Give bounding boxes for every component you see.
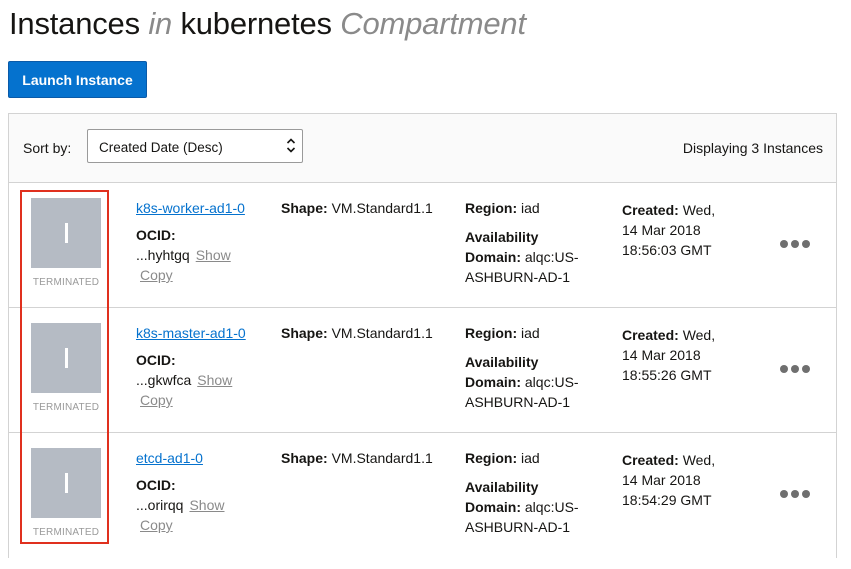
- compartment-name: kubernetes: [180, 6, 332, 41]
- copy-ocid-link[interactable]: Copy: [140, 267, 173, 283]
- copy-ocid-link[interactable]: Copy: [140, 517, 173, 533]
- state-glyph: [65, 223, 68, 243]
- page-title: Instances in kubernetes Compartment: [9, 4, 526, 44]
- created-time: 18:56:03 GMT: [622, 242, 712, 258]
- instance-row: TERMINATED k8s-worker-ad1-0 OCID: ...hyh…: [9, 183, 836, 308]
- availability-domain-field: Availability Domain: alqc:US-ASHBURN-AD-1: [465, 477, 615, 537]
- region-value: iad: [521, 200, 540, 216]
- created-field: Created: Wed, 14 Mar 2018 18:55:26 GMT: [622, 325, 752, 385]
- region-value: iad: [521, 450, 540, 466]
- created-day: Wed,: [682, 202, 716, 218]
- chevron-up-down-icon: [286, 138, 296, 153]
- region-label: Region:: [465, 200, 518, 216]
- created-date: 14 Mar 2018: [622, 222, 701, 238]
- availability-label: Availability: [465, 479, 539, 495]
- created-label: Created:: [622, 452, 679, 468]
- availability-label: Availability: [465, 229, 539, 245]
- sort-label: Sort by:: [23, 140, 72, 156]
- domain-label: Domain:: [465, 374, 521, 390]
- ocid-value: ...hyhtgq: [136, 247, 190, 263]
- domain-label: Domain:: [465, 499, 521, 515]
- region-label: Region:: [465, 450, 518, 466]
- shape-field: Shape: VM.Standard1.1: [281, 450, 433, 466]
- more-actions-icon[interactable]: [779, 487, 811, 501]
- ocid-value: ...gkwfca: [136, 372, 192, 388]
- created-label: Created:: [622, 327, 679, 343]
- shape-label: Shape:: [281, 200, 328, 216]
- more-actions-icon[interactable]: [779, 362, 811, 376]
- created-date: 14 Mar 2018: [622, 347, 701, 363]
- state-icon: [31, 323, 101, 393]
- shape-field: Shape: VM.Standard1.1: [281, 325, 433, 341]
- created-day: Wed,: [682, 452, 716, 468]
- shape-value: VM.Standard1.1: [331, 200, 433, 216]
- sort-select[interactable]: Created Date (Desc): [87, 129, 303, 163]
- shape-value: VM.Standard1.1: [331, 450, 433, 466]
- region-field: Region: iad: [465, 200, 540, 216]
- ocid-value-line: ...hyhtgq Show: [136, 247, 231, 263]
- state-icon: [31, 198, 101, 268]
- shape-label: Shape:: [281, 450, 328, 466]
- instance-row: TERMINATED k8s-master-ad1-0 OCID: ...gkw…: [9, 308, 836, 433]
- shape-value: VM.Standard1.1: [331, 325, 433, 341]
- domain-label: Domain:: [465, 249, 521, 265]
- ocid-value-line: ...gkwfca Show: [136, 372, 232, 388]
- launch-instance-button[interactable]: Launch Instance: [8, 61, 147, 98]
- instance-name-link[interactable]: etcd-ad1-0: [136, 450, 203, 466]
- created-field: Created: Wed, 14 Mar 2018 18:56:03 GMT: [622, 200, 752, 260]
- availability-domain-field: Availability Domain: alqc:US-ASHBURN-AD-1: [465, 227, 615, 287]
- availability-label: Availability: [465, 354, 539, 370]
- state-glyph: [65, 348, 68, 368]
- region-value: iad: [521, 325, 540, 341]
- region-label: Region:: [465, 325, 518, 341]
- ocid-label: OCID:: [136, 477, 176, 493]
- region-field: Region: iad: [465, 450, 540, 466]
- created-day: Wed,: [682, 327, 716, 343]
- title-in: in: [148, 6, 173, 41]
- ocid-label: OCID:: [136, 227, 176, 243]
- created-date: 14 Mar 2018: [622, 472, 701, 488]
- created-label: Created:: [622, 202, 679, 218]
- ocid-value-line: ...orirqq Show: [136, 497, 225, 513]
- instance-count: Displaying 3 Instances: [682, 140, 823, 156]
- availability-domain-field: Availability Domain: alqc:US-ASHBURN-AD-1: [465, 352, 615, 412]
- instance-name-link[interactable]: k8s-worker-ad1-0: [136, 200, 245, 216]
- created-time: 18:54:29 GMT: [622, 492, 712, 508]
- instance-name-link[interactable]: k8s-master-ad1-0: [136, 325, 246, 341]
- state-glyph: [65, 473, 68, 493]
- region-field: Region: iad: [465, 325, 540, 341]
- shape-label: Shape:: [281, 325, 328, 341]
- show-ocid-link[interactable]: Show: [189, 497, 224, 513]
- instance-list: TERMINATED k8s-worker-ad1-0 OCID: ...hyh…: [9, 182, 836, 559]
- title-main: Instances: [9, 6, 140, 41]
- state-label: TERMINATED: [32, 527, 100, 538]
- ocid-label: OCID:: [136, 352, 176, 368]
- instance-row: TERMINATED etcd-ad1-0 OCID: ...orirqq Sho…: [9, 433, 836, 559]
- copy-ocid-link[interactable]: Copy: [140, 392, 173, 408]
- shape-field: Shape: VM.Standard1.1: [281, 200, 433, 216]
- show-ocid-link[interactable]: Show: [197, 372, 232, 388]
- created-field: Created: Wed, 14 Mar 2018 18:54:29 GMT: [622, 450, 752, 510]
- instances-panel: Sort by: Created Date (Desc) Displaying …: [8, 113, 837, 559]
- state-icon: [31, 448, 101, 518]
- sort-selected-value: Created Date (Desc): [99, 140, 223, 155]
- more-actions-icon[interactable]: [779, 237, 811, 251]
- state-label: TERMINATED: [32, 277, 100, 288]
- title-suffix: Compartment: [340, 6, 526, 41]
- state-label: TERMINATED: [32, 402, 100, 413]
- ocid-value: ...orirqq: [136, 497, 184, 513]
- created-time: 18:55:26 GMT: [622, 367, 712, 383]
- show-ocid-link[interactable]: Show: [196, 247, 231, 263]
